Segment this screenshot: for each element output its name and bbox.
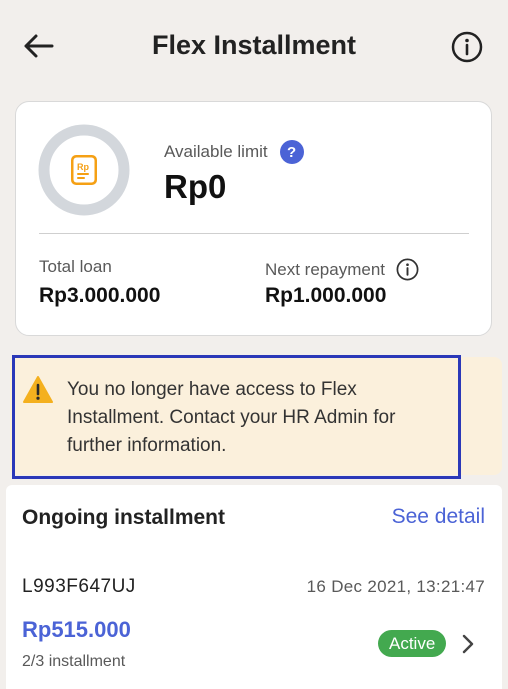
status-badge: Active [378, 630, 447, 657]
info-circle-icon[interactable] [395, 257, 420, 282]
flex-installment-screen: Flex Installment Rp Available limit ? Rp… [0, 0, 508, 689]
next-repayment-label: Next repayment [265, 257, 420, 282]
section-title: Ongoing installment [22, 506, 225, 529]
info-circle-icon [451, 31, 483, 63]
available-limit-label: Available limit ? [164, 140, 304, 164]
next-repayment-value: Rp1.000.000 [265, 284, 387, 307]
see-detail-link[interactable]: See detail [392, 505, 485, 529]
warning-message: You no longer have access to Flex Instal… [67, 379, 396, 456]
next-repayment-text: Next repayment [265, 259, 385, 279]
total-loan-value: Rp3.000.000 [39, 284, 161, 307]
limit-card: Rp Available limit ? Rp0 Total loan Rp3.… [15, 101, 492, 336]
limit-progress-ring: Rp [38, 124, 130, 216]
page-title: Flex Installment [151, 30, 357, 60]
svg-text:Rp: Rp [77, 162, 89, 172]
rp-document-icon: Rp [71, 155, 97, 185]
loan-amount: Rp515.000 [22, 617, 131, 642]
available-limit-text: Available limit [164, 142, 268, 161]
chevron-right-icon[interactable] [459, 632, 477, 656]
help-icon[interactable]: ? [279, 140, 304, 164]
loan-id: L993F647UJ [22, 576, 136, 597]
total-loan-label: Total loan [39, 257, 112, 276]
card-divider [39, 233, 469, 234]
available-limit-value: Rp0 [164, 168, 227, 205]
app-header: Flex Installment [0, 0, 508, 92]
info-button[interactable] [449, 29, 485, 65]
warning-triangle-icon [23, 376, 53, 403]
loan-date: 16 Dec 2021, 13:21:47 [306, 577, 485, 596]
installment-progress: 2/3 installment [22, 653, 126, 670]
